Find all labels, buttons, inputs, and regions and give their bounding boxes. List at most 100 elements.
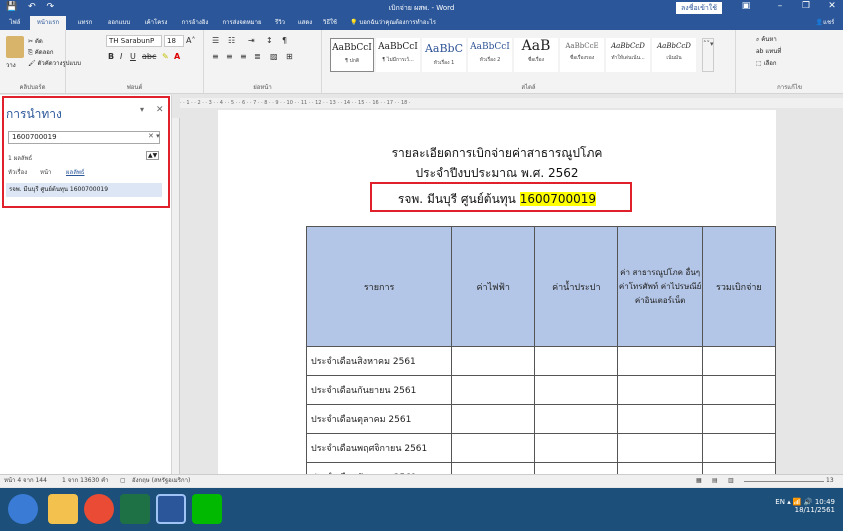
find-button[interactable]: ⌕ ค้นหา [756, 34, 777, 44]
line-icon[interactable] [192, 494, 222, 524]
style-heading2[interactable]: AaBbCcI หัวเรื่อง 2 [468, 38, 512, 72]
tell-me-search[interactable]: 💡 บอกฉันว่าคุณต้องการทำอะไร [350, 16, 460, 30]
style-subtitle[interactable]: AaBbCcE ชื่อเรื่องรอง [560, 38, 604, 72]
justify-icon[interactable]: ≣ [254, 52, 261, 61]
read-mode-icon[interactable]: ▦ [696, 475, 702, 487]
table-cell[interactable] [701, 346, 777, 376]
table-cell[interactable] [617, 375, 703, 405]
table-cell[interactable] [617, 433, 703, 463]
minimize-icon[interactable]: – [770, 1, 790, 11]
row-label[interactable]: ประจำเดือนกันยายน 2561 [305, 375, 453, 405]
tab-review[interactable]: รีวิว [270, 16, 290, 30]
network-icon[interactable]: ▴ 📶 🔊 [787, 498, 815, 506]
page-count[interactable]: หน้า 4 จาก 144 [4, 475, 47, 487]
indent-icon[interactable]: ⇥ [248, 36, 255, 45]
tab-view[interactable]: แสดง [294, 16, 316, 30]
input-language[interactable]: EN [775, 498, 785, 506]
horizontal-ruler[interactable]: · · 1 · · 2 · · 3 · · 4 · · 5 · · 6 · · … [180, 98, 843, 108]
underline-icon[interactable]: U [130, 52, 136, 61]
table-cell[interactable] [451, 346, 536, 376]
replace-button[interactable]: ab แทนที่ [756, 46, 781, 56]
bold-icon[interactable]: B [108, 52, 114, 61]
table-cell[interactable] [534, 462, 619, 474]
file-explorer-icon[interactable] [48, 494, 78, 524]
row-label[interactable]: ประจำเดือนธันวาคม 2561 [305, 462, 453, 474]
excel-icon[interactable] [120, 494, 150, 524]
tab-mailings[interactable]: การส่งจดหมาย [218, 16, 266, 30]
zoom-level[interactable]: 13 [826, 475, 834, 487]
numbering-icon[interactable]: ☷ [228, 36, 235, 45]
pilcrow-icon[interactable]: ¶ [282, 36, 287, 45]
align-right-icon[interactable]: ≡ [240, 52, 247, 61]
table-cell[interactable] [701, 404, 777, 434]
table-cell[interactable] [701, 375, 777, 405]
proofing-icon[interactable]: ▢ [120, 475, 126, 487]
tab-help[interactable]: วิธีใช้ [320, 16, 340, 30]
style-title[interactable]: AaB ชื่อเรื่อง [514, 38, 558, 72]
tab-home[interactable]: หน้าแรก [30, 16, 66, 30]
paste-icon[interactable] [6, 36, 24, 58]
row-label[interactable]: ประจำเดือนตุลาคม 2561 [305, 404, 453, 434]
paste-button[interactable]: วาง [6, 60, 16, 70]
highlight-icon[interactable]: ✎ [162, 52, 169, 61]
select-label: เลือก [763, 60, 777, 67]
table-cell[interactable] [534, 433, 619, 463]
table-cell[interactable] [451, 462, 536, 474]
tab-references[interactable]: การอ้างอิง [176, 16, 214, 30]
tab-insert[interactable]: แทรก [72, 16, 98, 30]
table-cell[interactable] [617, 346, 703, 376]
table-cell[interactable] [534, 404, 619, 434]
align-left-icon[interactable]: ≡ [212, 52, 219, 61]
copy-button[interactable]: ⎘ คัดลอก [28, 47, 54, 57]
row-label[interactable]: ประจำเดือนพฤศจิกายน 2561 [305, 433, 453, 463]
web-layout-icon[interactable]: ▥ [728, 475, 734, 487]
style-emphasis[interactable]: AaBbCcD เน้นมัน [652, 38, 696, 72]
sort-icon[interactable]: ↕ [266, 36, 273, 45]
word-icon[interactable] [156, 494, 186, 524]
close-icon[interactable]: ✕ [822, 1, 842, 11]
select-button[interactable]: ⬚ เลือก [756, 58, 777, 68]
table-cell[interactable] [451, 375, 536, 405]
table-cell[interactable] [534, 346, 619, 376]
styles-more-icon[interactable]: ˄˅▾ [702, 38, 714, 72]
maximize-icon[interactable]: ❐ [796, 1, 816, 11]
font-size-select[interactable]: 18 [164, 35, 184, 47]
table-cell[interactable] [617, 462, 703, 474]
bullets-icon[interactable]: ☰ [212, 36, 219, 45]
style-no-spacing[interactable]: AaBbCcI ¶ ไม่มีการเว้... [376, 38, 420, 72]
font-name-select[interactable]: TH SarabunP [106, 35, 162, 47]
tab-design[interactable]: ออกแบบ [102, 16, 136, 30]
style-heading1[interactable]: AaBbC หัวเรื่อง 1 [422, 38, 466, 72]
cut-button[interactable]: ✂ ตัด [28, 36, 43, 46]
table-row: ประจำเดือนกันยายน 2561 [305, 375, 777, 405]
strikethrough-icon[interactable]: abc [142, 52, 156, 61]
table-cell[interactable] [534, 375, 619, 405]
table-cell[interactable] [701, 433, 777, 463]
vertical-ruler[interactable] [172, 118, 180, 474]
zoom-slider[interactable] [744, 481, 824, 482]
language-status[interactable]: อังกฤษ (สหรัฐอเมริกา) [132, 475, 190, 487]
style-subtle-emphasis[interactable]: AaBbCcD ทำให้เด่นเน้น... [606, 38, 650, 72]
table-cell[interactable] [701, 462, 777, 474]
italic-icon[interactable]: I [120, 52, 122, 61]
ribbon-display-icon[interactable]: ▣ [736, 1, 756, 11]
chrome-icon[interactable] [84, 494, 114, 524]
grow-font-icon[interactable]: A˄ [186, 36, 195, 45]
font-color-icon[interactable]: A [174, 52, 180, 61]
table-cell[interactable] [617, 404, 703, 434]
print-layout-icon[interactable]: ▤ [712, 475, 718, 487]
style-normal[interactable]: AaBbCcI ¶ ปกติ [330, 38, 374, 72]
row-label[interactable]: ประจำเดือนสิงหาคม 2561 [305, 346, 453, 376]
table-cell[interactable] [451, 433, 536, 463]
share-button[interactable]: 👤แชร์ [810, 16, 840, 30]
word-count[interactable]: 1 จาก 13630 คำ [62, 475, 109, 487]
tab-file[interactable]: ไฟล์ [6, 16, 24, 30]
sign-in-button[interactable]: ลงชื่อเข้าใช้ [676, 2, 722, 14]
document-page[interactable]: รายละเอียดการเบิกจ่ายค่าสาธารณูปโภค ประจ… [218, 110, 777, 474]
borders-icon[interactable]: ⊞ [286, 52, 293, 61]
start-icon[interactable] [8, 494, 38, 524]
shading-icon[interactable]: ▨ [270, 52, 278, 61]
table-cell[interactable] [451, 404, 536, 434]
tab-layout[interactable]: เค้าโครง [140, 16, 172, 30]
align-center-icon[interactable]: ≡ [226, 52, 233, 61]
